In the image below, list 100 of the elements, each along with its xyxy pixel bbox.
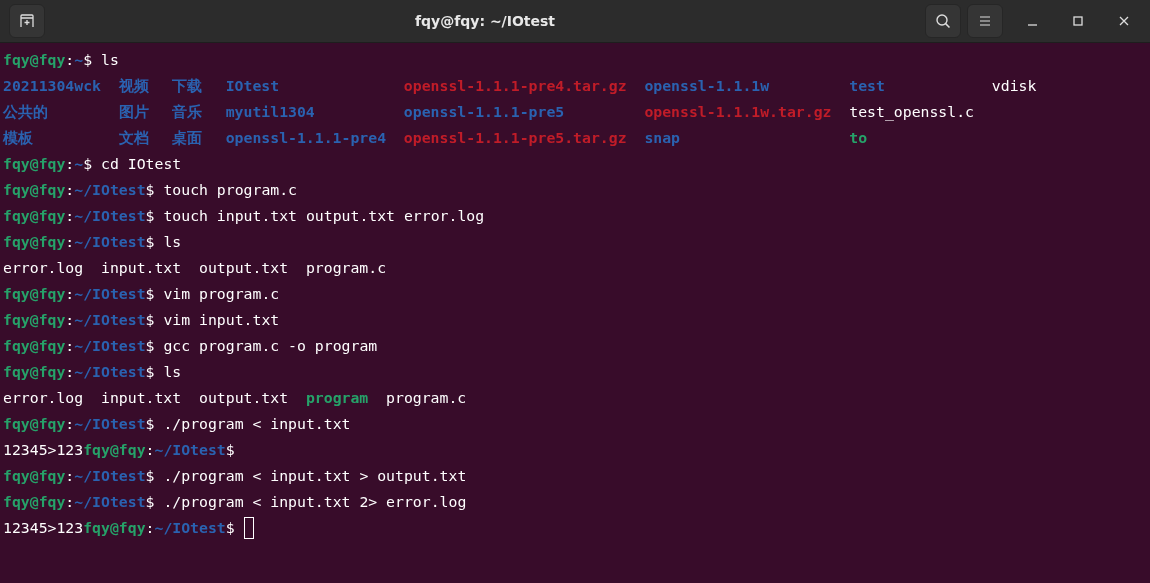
prompt-separator: : xyxy=(145,518,155,538)
prompt-symbol: $ xyxy=(83,50,93,70)
directory-name: myutil1304 xyxy=(225,102,316,122)
file-name: input.txt xyxy=(101,388,182,408)
prompt-separator: : xyxy=(65,310,75,330)
prompt-symbol: $ xyxy=(145,492,155,512)
prompt-symbol: $ xyxy=(145,180,155,200)
file-name: output.txt xyxy=(199,388,289,408)
file-name: output.txt xyxy=(199,258,289,278)
prompt-path: ~/IOtest xyxy=(74,414,146,434)
directory-name: snap xyxy=(644,128,682,148)
directory-name: openssl-1.1.1-pre4 xyxy=(225,128,387,148)
prompt-separator: : xyxy=(145,440,155,460)
prompt-separator: : xyxy=(65,466,75,486)
file-name: input.txt xyxy=(101,258,182,278)
minimize-icon xyxy=(1027,24,1037,26)
command-text: ./program < input.txt > output.txt xyxy=(162,466,467,486)
file-name: program.c xyxy=(305,258,387,278)
prompt-separator: : xyxy=(65,180,75,200)
prompt-user: fqy@fqy xyxy=(3,492,66,512)
prompt-symbol: $ xyxy=(83,154,93,174)
maximize-icon xyxy=(1073,16,1083,26)
command-text: gcc program.c -o program xyxy=(162,336,378,356)
prompt-user: fqy@fqy xyxy=(83,440,146,460)
prompt-path: ~/IOtest xyxy=(74,232,146,252)
prompt-symbol: $ xyxy=(145,414,155,434)
command-text: ./program < input.txt 2> error.log xyxy=(162,492,467,512)
file-name: vdisk xyxy=(991,76,1037,96)
prompt-user: fqy@fqy xyxy=(3,336,66,356)
directory-name: 视频 xyxy=(118,76,150,96)
prompt-separator: : xyxy=(65,154,75,174)
prompt-path: ~/IOtest xyxy=(74,206,146,226)
directory-name: test xyxy=(849,76,886,96)
directory-name: openssl-1.1.1-pre5 xyxy=(403,102,566,122)
directory-name: 音乐 xyxy=(172,102,204,122)
directory-name: openssl-1.1.1w xyxy=(644,76,771,96)
prompt-path: ~/IOtest xyxy=(74,284,146,304)
search-icon xyxy=(935,13,951,29)
prompt-symbol: $ xyxy=(145,206,155,226)
prompt-symbol: $ xyxy=(145,466,155,486)
prompt-separator: : xyxy=(65,232,75,252)
prompt-symbol: $ xyxy=(225,440,235,460)
prompt-user: fqy@fqy xyxy=(3,310,66,330)
command-text: cd IOtest xyxy=(100,154,182,174)
command-text: vim program.c xyxy=(162,284,280,304)
file-name: error.log xyxy=(3,258,84,278)
directory-name: 桌面 xyxy=(172,128,204,148)
prompt-path: ~ xyxy=(74,154,84,174)
prompt-symbol: $ xyxy=(145,336,155,356)
command-text: vim input.txt xyxy=(162,310,280,330)
prompt-path: ~/IOtest xyxy=(74,180,146,200)
window-title: fqy@fqy: ~/IOtest xyxy=(413,13,557,29)
prompt-separator: : xyxy=(65,492,75,512)
command-text: touch input.txt output.txt error.log xyxy=(162,206,485,226)
command-text: ls xyxy=(162,362,182,382)
menu-icon xyxy=(979,15,991,27)
directory-name: 下载 xyxy=(172,76,204,96)
directory-name: 20211304wck xyxy=(3,76,101,96)
menu-button[interactable] xyxy=(967,4,1003,38)
prompt-user: fqy@fqy xyxy=(3,180,66,200)
prompt-path: ~ xyxy=(74,50,84,70)
prompt-user: fqy@fqy xyxy=(3,466,66,486)
prompt-user: fqy@fqy xyxy=(3,362,66,382)
archive-name: openssl-1.1.1-pre4.tar.gz xyxy=(403,76,627,96)
directory-name: 图片 xyxy=(118,102,150,122)
archive-name: openssl-1.1.1-pre5.tar.gz xyxy=(403,128,627,148)
archive-name: openssl-1.1.1w.tar.gz xyxy=(644,102,832,122)
new-tab-button[interactable] xyxy=(9,4,45,38)
prompt-user: fqy@fqy xyxy=(83,518,146,538)
prompt-path: ~/IOtest xyxy=(74,466,146,486)
close-icon xyxy=(1119,16,1129,26)
prompt-symbol: $ xyxy=(225,518,235,538)
prompt-symbol: $ xyxy=(145,362,155,382)
prompt-symbol: $ xyxy=(145,232,155,252)
command-text: ./program < input.txt xyxy=(162,414,351,434)
file-name: program.c xyxy=(386,388,467,408)
command-text: ls xyxy=(162,232,182,252)
program-output: 12345>123 xyxy=(3,518,84,538)
prompt-path: ~/IOtest xyxy=(154,440,226,460)
executable-name: program xyxy=(305,388,369,408)
prompt-symbol: $ xyxy=(145,310,155,330)
prompt-path: ~/IOtest xyxy=(154,518,226,538)
new-tab-icon xyxy=(19,13,35,29)
prompt-user: fqy@fqy xyxy=(3,50,66,70)
command-text: ls xyxy=(100,50,119,70)
file-name: test_openssl.c xyxy=(849,102,974,123)
search-button[interactable] xyxy=(925,4,961,38)
prompt-separator: : xyxy=(65,50,75,70)
directory-name: 公共的 xyxy=(3,102,49,122)
file-name: error.log xyxy=(3,388,84,408)
prompt-user: fqy@fqy xyxy=(3,154,66,174)
prompt-symbol: $ xyxy=(145,284,155,304)
prompt-path: ~/IOtest xyxy=(74,362,146,382)
program-output: 12345>123 xyxy=(3,440,84,460)
prompt-user: fqy@fqy xyxy=(3,414,66,434)
directory-name: 模板 xyxy=(3,128,34,148)
prompt-separator: : xyxy=(65,362,75,382)
executable-name: to xyxy=(849,128,869,148)
prompt-separator: : xyxy=(65,284,75,304)
prompt-user: fqy@fqy xyxy=(3,232,66,252)
